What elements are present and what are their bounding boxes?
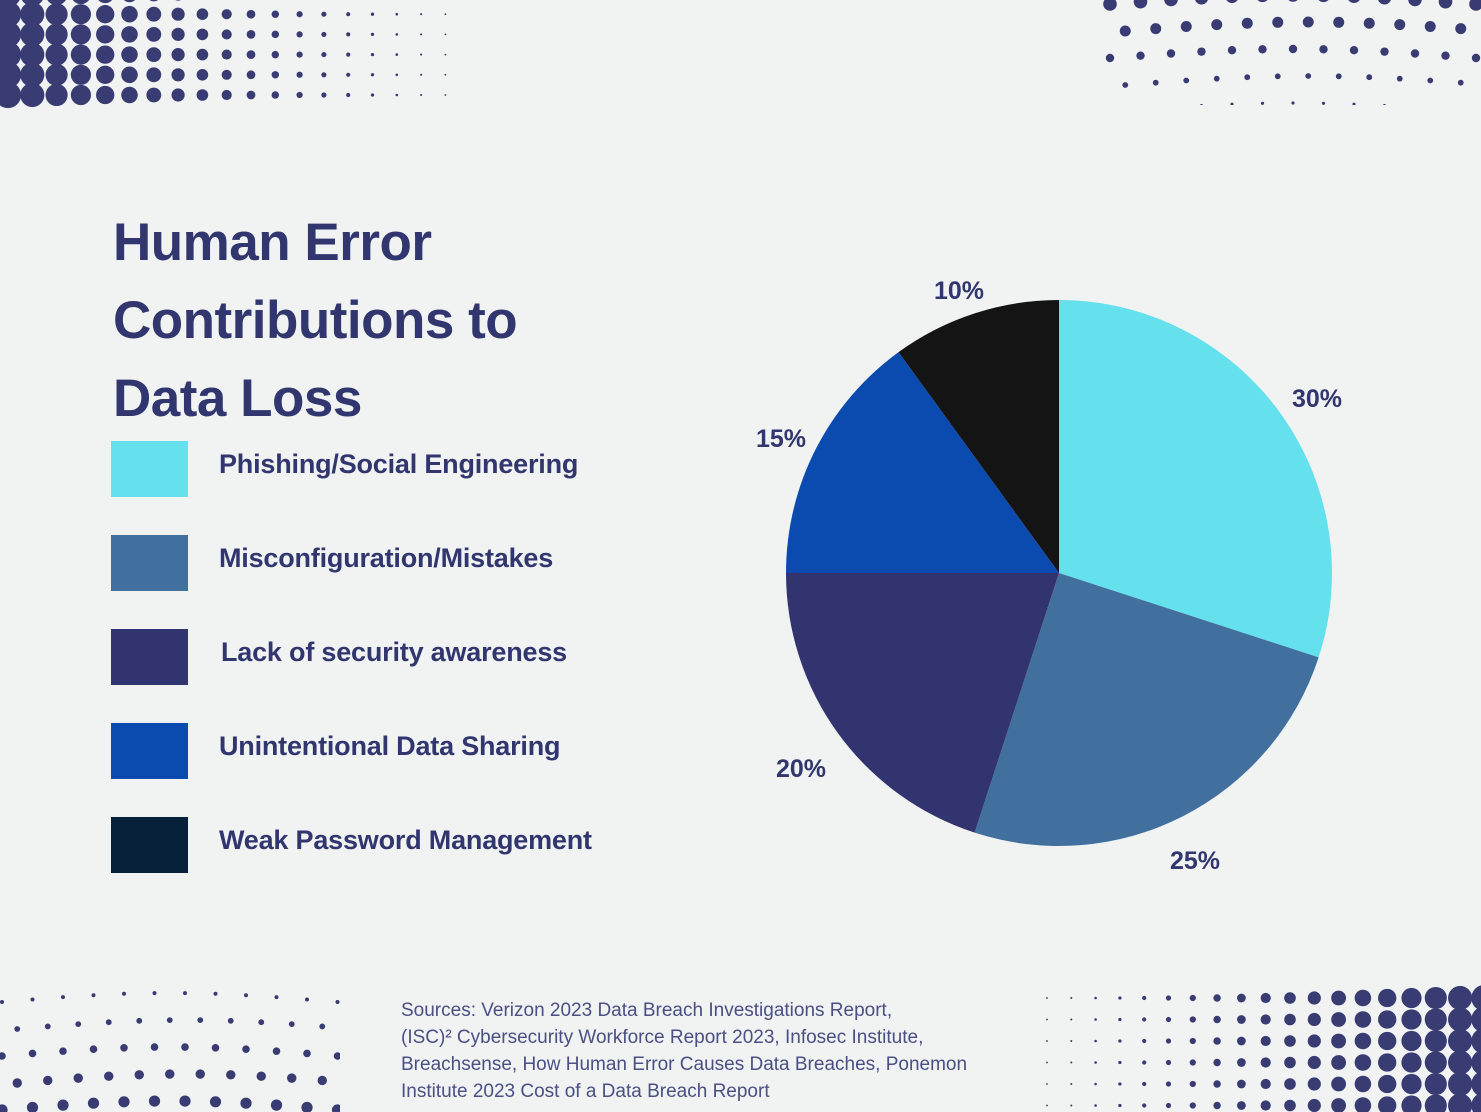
legend-swatch-icon <box>111 723 188 779</box>
legend-item-misconfiguration-mistakes[interactable]: Misconfiguration/Mistakes <box>111 535 811 629</box>
legend-swatch-icon <box>111 817 188 873</box>
sources-line-1: Sources: Verizon 2023 Data Breach Invest… <box>401 1000 893 1021</box>
legend-item-label: Phishing/Social Engineering <box>219 449 579 479</box>
legend-swatch-icon <box>111 535 188 591</box>
infographic-canvas: Human Error Contributions to Data Loss P… <box>0 0 1481 1112</box>
dot-scatter-top-right <box>1103 0 1481 105</box>
legend-swatch-icon <box>111 629 188 685</box>
legend-item-label: Weak Password Management <box>219 825 592 855</box>
pie-value-label-30: 30% <box>1292 385 1343 413</box>
halftone-pattern-top-left <box>0 0 447 109</box>
legend-item-label: Lack of security awareness <box>221 637 567 667</box>
chart-legend: Phishing/Social Engineering Misconfigura… <box>111 441 811 911</box>
halftone-pattern-bottom-right <box>1046 985 1481 1112</box>
pie-value-label-10: 10% <box>934 277 985 305</box>
sources-note: Sources: Verizon 2023 Data Breach Invest… <box>401 997 1061 1105</box>
pie-chart: 30% 25% 20% 15% 10% <box>740 255 1380 895</box>
legend-item-unintentional-data-sharing[interactable]: Unintentional Data Sharing <box>111 723 811 817</box>
dot-scatter-bottom-left <box>0 991 340 1112</box>
legend-item-lack-of-security-awareness[interactable]: Lack of security awareness <box>111 629 811 723</box>
page-title: Human Error Contributions to Data Loss <box>113 204 733 438</box>
pie-value-label-20: 20% <box>776 755 827 783</box>
legend-item-weak-password-management[interactable]: Weak Password Management <box>111 817 811 911</box>
page-title-line-3: Data Loss <box>113 368 362 428</box>
legend-item-label: Misconfiguration/Mistakes <box>219 543 554 573</box>
legend-item-phishing-social-engineering[interactable]: Phishing/Social Engineering <box>111 441 811 535</box>
legend-swatch-icon <box>111 441 188 497</box>
page-title-line-2: Contributions to <box>113 290 518 350</box>
page-title-line-1: Human Error <box>113 212 432 272</box>
pie-value-label-15: 15% <box>756 425 807 453</box>
sources-line-2: (ISC)² Cybersecurity Workforce Report 20… <box>401 1027 924 1048</box>
legend-item-label: Unintentional Data Sharing <box>219 731 561 761</box>
pie-value-label-25: 25% <box>1170 847 1221 875</box>
pie-chart-svg <box>786 300 1333 847</box>
sources-line-4: Institute 2023 Cost of a Data Breach Rep… <box>401 1081 770 1102</box>
sources-line-3: Breachsense, How Human Error Causes Data… <box>401 1054 968 1075</box>
